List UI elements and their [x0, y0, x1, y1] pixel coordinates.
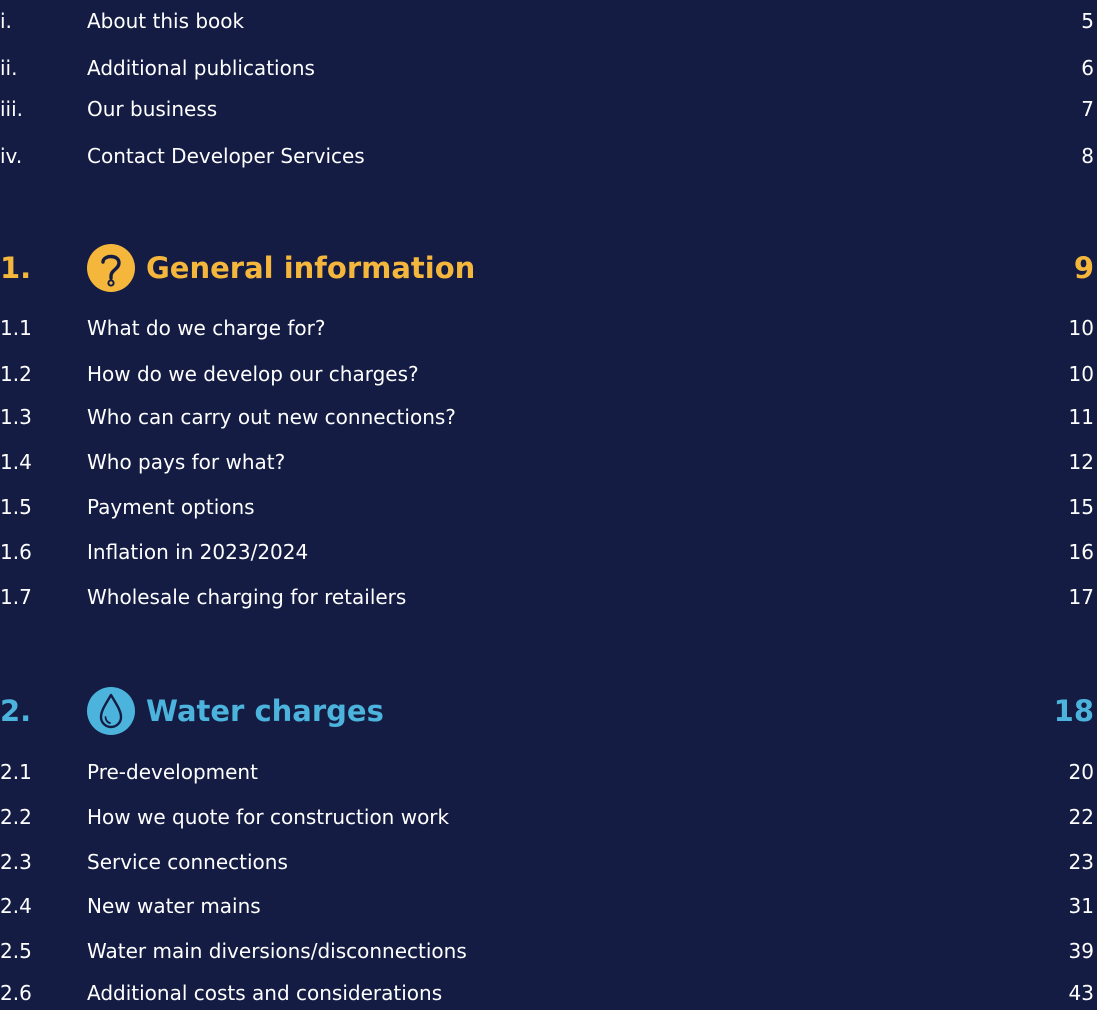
entry-title: Additional publications [87, 56, 315, 80]
entry-title: Wholesale charging for retailers [87, 585, 407, 609]
section-heading-general-information[interactable]: 1. General information 9 [0, 243, 1097, 293]
entry-number: 1.5 [0, 495, 32, 519]
entry-number: i. [0, 9, 12, 33]
water-drop-icon [86, 686, 136, 736]
toc-entry-2-5[interactable]: 2.5 Water main diversions/disconnections… [0, 934, 1097, 968]
entry-number: 1.6 [0, 540, 32, 564]
entry-title: Pre-development [87, 760, 258, 784]
entry-page-number: 31 [1068, 894, 1094, 918]
toc-entry-contact-developer-services[interactable]: iv. Contact Developer Services 8 [0, 139, 1097, 173]
entry-title: How do we develop our charges? [87, 362, 419, 386]
question-mark-icon [86, 243, 136, 293]
entry-title: Payment options [87, 495, 255, 519]
section-number: 2. [0, 694, 32, 728]
entry-page-number: 5 [1081, 9, 1094, 33]
toc-entry-1-6[interactable]: 1.6 Inflation in 2023/2024 16 [0, 535, 1097, 569]
entry-number: 1.7 [0, 585, 32, 609]
toc-entry-1-5[interactable]: 1.5 Payment options 15 [0, 490, 1097, 524]
entry-page-number: 8 [1081, 144, 1094, 168]
entry-title: Who can carry out new connections? [87, 405, 456, 429]
entry-title: Additional costs and considerations [87, 981, 443, 1005]
entry-page-number: 22 [1068, 805, 1094, 829]
entry-title: Service connections [87, 850, 288, 874]
entry-page-number: 10 [1068, 316, 1094, 340]
toc-entry-1-7[interactable]: 1.7 Wholesale charging for retailers 17 [0, 580, 1097, 614]
entry-page-number: 11 [1068, 405, 1094, 429]
toc-entry-additional-publications[interactable]: ii. Additional publications 6 [0, 51, 1097, 85]
entry-number: 2.6 [0, 981, 32, 1005]
entry-page-number: 7 [1081, 97, 1094, 121]
toc-entry-about-this-book[interactable]: i. About this book 5 [0, 4, 1097, 38]
entry-number: iv. [0, 144, 23, 168]
entry-title: What do we charge for? [87, 316, 326, 340]
entry-title: New water mains [87, 894, 261, 918]
entry-title: Our business [87, 97, 218, 121]
entry-page-number: 43 [1068, 981, 1094, 1005]
entry-number: 2.5 [0, 939, 32, 963]
entry-page-number: 20 [1068, 760, 1094, 784]
section-page-number: 18 [1053, 694, 1094, 728]
entry-page-number: 39 [1068, 939, 1094, 963]
entry-number: 1.3 [0, 405, 32, 429]
entry-title: Water main diversions/disconnections [87, 939, 467, 963]
section-number: 1. [0, 251, 32, 285]
entry-page-number: 10 [1068, 362, 1094, 386]
entry-number: iii. [0, 97, 24, 121]
entry-title: Inflation in 2023/2024 [87, 540, 309, 564]
entry-page-number: 6 [1081, 56, 1094, 80]
entry-number: 2.1 [0, 760, 32, 784]
entry-page-number: 12 [1068, 450, 1094, 474]
entry-page-number: 23 [1068, 850, 1094, 874]
section-title: General information [146, 251, 476, 285]
entry-number: 1.2 [0, 362, 32, 386]
entry-number: ii. [0, 56, 18, 80]
entry-title: Contact Developer Services [87, 144, 365, 168]
toc-entry-1-1[interactable]: 1.1 What do we charge for? 10 [0, 311, 1097, 345]
toc-entry-2-2[interactable]: 2.2 How we quote for construction work 2… [0, 800, 1097, 834]
entry-number: 1.4 [0, 450, 32, 474]
entry-number: 1.1 [0, 316, 32, 340]
section-page-number: 9 [1073, 251, 1094, 285]
entry-page-number: 15 [1068, 495, 1094, 519]
entry-title: About this book [87, 9, 245, 33]
entry-title: How we quote for construction work [87, 805, 450, 829]
toc-entry-2-4[interactable]: 2.4 New water mains 31 [0, 889, 1097, 923]
toc-entry-1-2[interactable]: 1.2 How do we develop our charges? 10 [0, 357, 1097, 391]
toc-entry-our-business[interactable]: iii. Our business 7 [0, 92, 1097, 126]
toc-entry-1-4[interactable]: 1.4 Who pays for what? 12 [0, 445, 1097, 479]
toc-entry-2-6[interactable]: 2.6 Additional costs and considerations … [0, 976, 1097, 1010]
toc-entry-1-3[interactable]: 1.3 Who can carry out new connections? 1… [0, 400, 1097, 434]
toc-entry-2-3[interactable]: 2.3 Service connections 23 [0, 845, 1097, 879]
entry-page-number: 17 [1068, 585, 1094, 609]
entry-number: 2.2 [0, 805, 32, 829]
section-heading-water-charges[interactable]: 2. Water charges 18 [0, 686, 1097, 736]
entry-title: Who pays for what? [87, 450, 286, 474]
entry-number: 2.3 [0, 850, 32, 874]
entry-number: 2.4 [0, 894, 32, 918]
entry-page-number: 16 [1068, 540, 1094, 564]
section-title: Water charges [146, 694, 384, 728]
toc-entry-2-1[interactable]: 2.1 Pre-development 20 [0, 755, 1097, 789]
